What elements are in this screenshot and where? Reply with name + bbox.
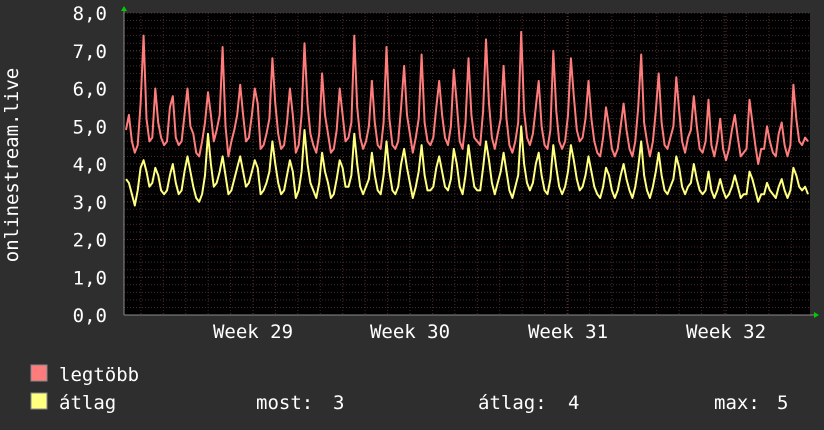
x-tick-label: Week 32 (686, 321, 766, 343)
stat-current-label: most: (256, 392, 313, 414)
x-tick-label: Week 31 (528, 321, 608, 343)
legend-swatch-avg (30, 392, 48, 410)
legend-label-avg: átlag (59, 392, 116, 414)
y-tick-label: 5,0 (73, 116, 107, 138)
y-tick-label: 6,0 (73, 79, 107, 101)
y-tick-label: 2,0 (73, 230, 107, 252)
stat-max-label: max: (714, 392, 760, 414)
y-tick-label: 3,0 (73, 192, 107, 214)
stat-max-value: 5 (777, 392, 788, 414)
y-tick-label: 0,0 (73, 305, 107, 327)
legend-swatch-max (30, 364, 48, 382)
y-tick-label: 8,0 (73, 3, 107, 25)
legend-label-max: legtöbb (59, 364, 139, 386)
y-axis-label: onlinestream.live (1, 68, 23, 262)
x-tick-label: Week 30 (370, 321, 450, 343)
stat-average-value: 4 (568, 392, 579, 414)
stat-average-label: átlag: (478, 392, 547, 414)
x-tick-label: Week 29 (213, 321, 293, 343)
y-tick-label: 1,0 (73, 267, 107, 289)
y-tick-label: 7,0 (73, 41, 107, 63)
stat-current-value: 3 (333, 392, 344, 414)
y-tick-label: 4,0 (73, 154, 107, 176)
chart: 0,0 1,0 2,0 3,0 4,0 5,0 6,0 7,0 8,0 Week 29 Week 3… (0, 0, 824, 430)
